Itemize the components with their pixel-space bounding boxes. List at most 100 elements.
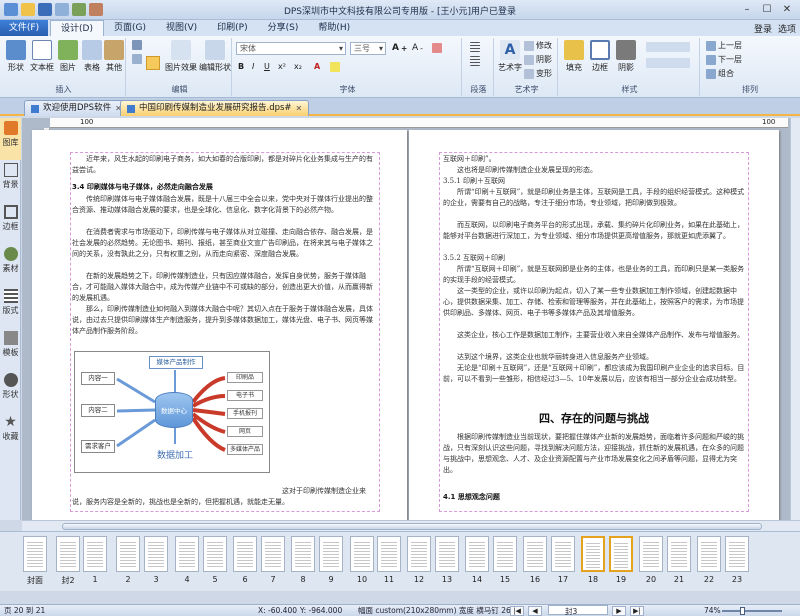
page-thumbnail[interactable]: 5 [202, 536, 228, 588]
sidebar-item-background[interactable]: 背景 [0, 160, 21, 202]
align-left-button[interactable] [470, 42, 480, 52]
other-button[interactable]: 其他 [102, 40, 126, 73]
select-tool-button[interactable] [146, 56, 160, 70]
sidebar-item-layout[interactable]: 版式 [0, 286, 21, 328]
fill-button[interactable]: 填充 [562, 40, 586, 73]
font-name-select[interactable]: 宋体 [236, 42, 346, 55]
page-thumbnail[interactable]: 3 [143, 536, 169, 588]
style-swatch-button-2[interactable] [646, 58, 690, 68]
page-thumbnail[interactable]: 17 [550, 536, 576, 588]
sidebar-item-material[interactable]: 素材 [0, 244, 21, 286]
clear-format-button[interactable] [432, 43, 442, 53]
horizontal-scrollbar[interactable] [22, 520, 800, 531]
page-thumbnail[interactable]: 13 [434, 536, 460, 588]
minimize-button[interactable]: – [738, 2, 756, 17]
page-thumbnail[interactable]: 23 [724, 536, 750, 588]
transform-button[interactable]: 变形 [524, 68, 552, 79]
shape-button[interactable]: 形状 [4, 40, 28, 73]
superscript-button[interactable]: x² [278, 62, 286, 71]
page-number-box[interactable]: 封3 [548, 605, 608, 616]
vertical-scrollbar[interactable] [790, 118, 800, 521]
page-thumbnail[interactable]: 12 [406, 536, 432, 588]
sidebar-item-border[interactable]: 边框 [0, 202, 21, 244]
style-swatch-button[interactable] [646, 42, 690, 52]
italic-button[interactable]: I [252, 62, 254, 71]
open-folder-icon[interactable] [21, 3, 35, 16]
tab-welcome[interactable]: 欢迎使用DPS软件 ✕ [24, 100, 129, 116]
page-thumbnail[interactable]: 封2 [55, 536, 81, 588]
tab-page[interactable]: 页面(G) [104, 20, 156, 36]
prev-page-button[interactable]: ◀ [528, 606, 542, 616]
page-thumbnail[interactable]: 7 [260, 536, 286, 588]
sidebar-item-shape[interactable]: 形状 [0, 370, 21, 412]
scrollbar-thumb[interactable] [62, 523, 762, 530]
first-page-button[interactable]: |◀ [510, 606, 524, 616]
page-thumbnail[interactable]: 20 [638, 536, 664, 588]
page-right[interactable]: 互联网＋印刷”。 这也将是印刷传媒制造企业发展呈现的形态。 3.5.1 印刷＋互… [409, 130, 779, 521]
tab-report[interactable]: 中国印刷传媒制造业发展研究报告.dps# ✕ [120, 100, 310, 116]
grow-font-button[interactable]: A + [392, 43, 407, 53]
tab-help[interactable]: 帮助(H) [308, 20, 360, 36]
file-menu-button[interactable]: 文件(F) [0, 20, 48, 36]
page-thumbnail[interactable]: 1 [82, 536, 108, 588]
undo-icon[interactable] [72, 3, 86, 16]
page-thumbnail[interactable]: 15 [492, 536, 518, 588]
page-thumbnail[interactable]: 4 [174, 536, 200, 588]
close-tab-icon[interactable]: ✕ [296, 101, 303, 116]
edit-shape-button[interactable]: 编辑形状 [198, 40, 232, 73]
page-thumbnail[interactable]: 11 [376, 536, 402, 588]
page-thumbnail-selected[interactable]: 19 [608, 536, 634, 588]
textbox-button[interactable]: 文本框 [30, 40, 54, 73]
tab-share[interactable]: 分享(S) [258, 20, 309, 36]
zoom-slider[interactable] [722, 610, 782, 612]
page-left[interactable]: 近年来，风生水起的印刷电子商务，如大如春的合版印刷，都是对碎片化业务集成与生产的… [32, 130, 407, 521]
sidebar-item-gallery[interactable]: 图库 [0, 118, 21, 160]
bold-button[interactable]: B [238, 62, 244, 71]
shrink-font-button[interactable]: A- [412, 43, 423, 53]
options-link[interactable]: 选项 [778, 22, 796, 35]
login-link[interactable]: 登录 [754, 22, 772, 35]
image-button[interactable]: 图片 [56, 40, 80, 73]
page-thumbnail[interactable]: 22 [696, 536, 722, 588]
page-thumbnail[interactable]: 9 [318, 536, 344, 588]
app-logo-icon[interactable] [4, 3, 18, 16]
art-shadow-button[interactable]: 阴影 [524, 54, 552, 65]
align-center-button[interactable] [470, 56, 480, 66]
bring-forward-button[interactable]: 上一层 [706, 40, 742, 51]
page-thumbnail[interactable]: 封面 [22, 536, 48, 588]
highlight-button[interactable] [330, 62, 340, 72]
zoom-slider-knob[interactable] [740, 607, 745, 615]
tab-view[interactable]: 视图(V) [156, 20, 207, 36]
sidebar-item-template[interactable]: 模板 [0, 328, 21, 370]
page-thumbnail[interactable]: 6 [232, 536, 258, 588]
maximize-button[interactable]: ☐ [758, 2, 776, 17]
group-objects-button[interactable]: 组合 [706, 68, 734, 79]
page-thumbnail[interactable]: 8 [290, 536, 316, 588]
table-button[interactable]: 表格 [80, 40, 104, 73]
tab-print[interactable]: 印刷(P) [207, 20, 257, 36]
last-page-button[interactable]: ▶| [630, 606, 644, 616]
page-thumbnail[interactable]: 16 [522, 536, 548, 588]
horizontal-ruler[interactable]: 100 100 [50, 118, 788, 128]
media-flow-diagram[interactable]: 媒体产品制作 内容一 内容二 需求客户 数据中心 印刷品 电子书 手机报刊 网页… [74, 351, 270, 473]
close-button[interactable]: ✕ [778, 2, 796, 17]
page-thumbnail[interactable]: 2 [115, 536, 141, 588]
print-icon[interactable] [55, 3, 69, 16]
font-color-button[interactable]: A [314, 62, 320, 71]
border-button[interactable]: 边框 [588, 40, 612, 73]
shadow-button[interactable]: 阴影 [614, 40, 638, 73]
underline-button[interactable]: U [264, 62, 270, 71]
cut-button[interactable] [132, 40, 142, 50]
save-icon[interactable] [38, 3, 52, 16]
copy-button[interactable] [132, 54, 142, 64]
document-canvas[interactable]: 100 100 近年来，风生水起的印刷电子商务，如大如春的合版印刷，都是对碎片化… [22, 118, 790, 521]
subscript-button[interactable]: x₂ [294, 62, 302, 71]
modify-button[interactable]: 修改 [524, 40, 552, 51]
tab-design[interactable]: 设计(D) [50, 20, 104, 36]
page-thumbnail[interactable]: 21 [666, 536, 692, 588]
page-thumbnail[interactable]: 10 [349, 536, 375, 588]
page-thumbnail-selected[interactable]: 18 [580, 536, 606, 588]
image-effect-button[interactable]: 图片效果 [164, 40, 198, 73]
send-backward-button[interactable]: 下一层 [706, 54, 742, 65]
font-size-select[interactable]: 三号 [350, 42, 386, 55]
